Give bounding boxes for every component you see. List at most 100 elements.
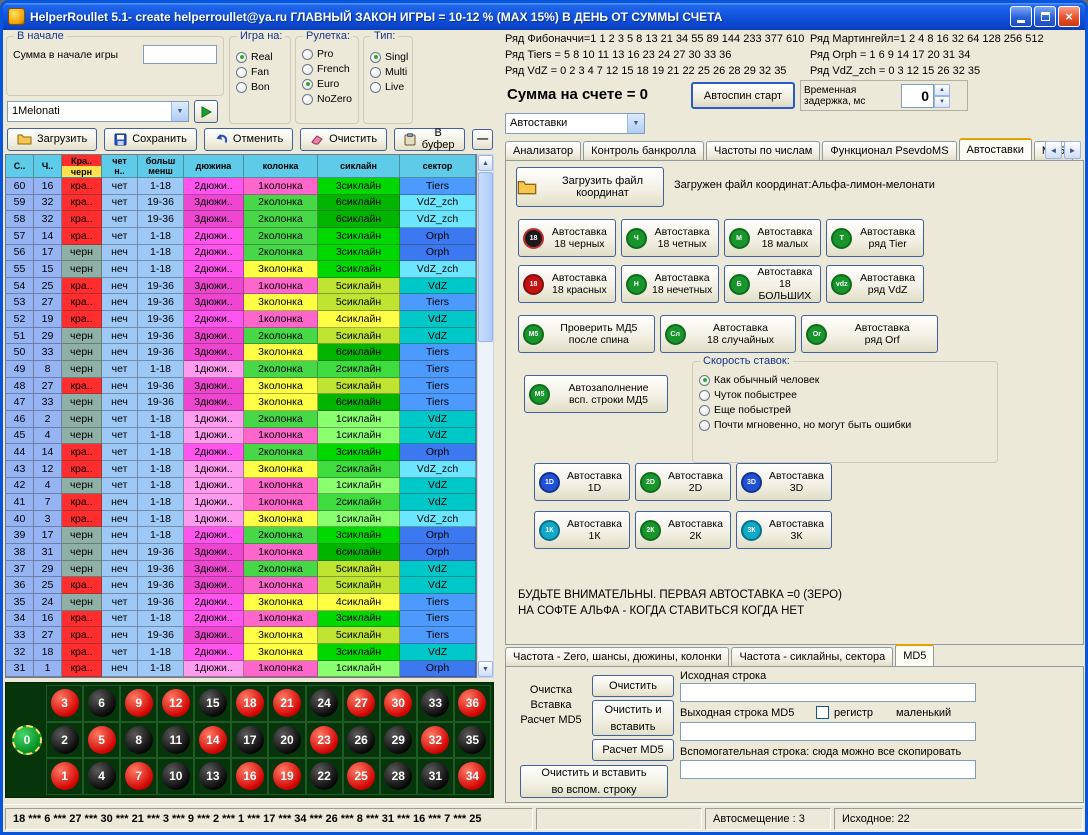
start-play-button[interactable] (194, 100, 218, 123)
tab-Функционал PsevdoMS[interactable]: Функционал PsevdoMS (822, 141, 956, 160)
autobet-button[interactable]: 18Автоставка18 красных (518, 265, 616, 303)
board-number-29[interactable]: 29 (384, 726, 412, 754)
autobet-combobox[interactable]: Автоставки ▼ (505, 113, 645, 134)
tab-Частоты по числам[interactable]: Частоты по числам (706, 141, 820, 160)
autobet-button[interactable]: НАвтоставка18 нечетных (621, 265, 719, 303)
autobet-button[interactable]: 2КАвтоставка2К (635, 511, 731, 549)
load-coordinates-button[interactable]: Загрузить файл координат (516, 167, 664, 207)
delay-value[interactable]: 0 (901, 84, 934, 108)
radio-option[interactable]: Fan (236, 66, 286, 78)
board-number-25[interactable]: 25 (347, 762, 375, 790)
radio-option[interactable]: Real (236, 51, 286, 63)
board-number-7[interactable]: 7 (125, 762, 153, 790)
md5-clear-button[interactable]: Очистить (592, 675, 674, 697)
board-number-18[interactable]: 18 (236, 689, 264, 717)
autobet-button[interactable]: БАвтоставка18 БОЛЬШИХ (724, 265, 822, 303)
autobet-button[interactable]: 3DАвтоставка3D (736, 463, 832, 501)
board-number-3[interactable]: 3 (51, 689, 79, 717)
helper-string-input[interactable] (680, 760, 976, 779)
minimize-button[interactable] (1010, 6, 1032, 27)
to-buffer-button[interactable]: В буфер (394, 128, 465, 151)
tab-Частота - Zero, шансы, дюжины, колонки[interactable]: Частота - Zero, шансы, дюжины, колонки (505, 647, 729, 666)
board-number-0[interactable]: 0 (12, 725, 42, 755)
board-number-26[interactable]: 26 (347, 726, 375, 754)
combo-arrow-icon[interactable]: ▼ (171, 102, 188, 121)
radio-option[interactable]: Еще побыстрей (699, 404, 993, 416)
autobet-button[interactable]: СлАвтоставка18 случайных (660, 315, 797, 353)
spinner-up-icon[interactable]: ▲ (934, 84, 950, 96)
autobet-button[interactable]: М5Автозаполнениевсп. строки МД5 (524, 375, 668, 413)
register-checkbox[interactable] (816, 706, 829, 719)
autobet-button[interactable]: OrАвтоставкаряд Orf (801, 315, 938, 353)
board-number-28[interactable]: 28 (384, 762, 412, 790)
radio-option[interactable]: French (302, 63, 354, 75)
board-number-14[interactable]: 14 (199, 726, 227, 754)
board-number-17[interactable]: 17 (236, 726, 264, 754)
board-number-13[interactable]: 13 (199, 762, 227, 790)
radio-option[interactable]: Live (370, 81, 408, 93)
source-string-input[interactable] (680, 683, 976, 702)
board-number-16[interactable]: 16 (236, 762, 264, 790)
start-sum-input[interactable] (143, 45, 217, 64)
autobet-button[interactable]: 1КАвтоставка1К (534, 511, 630, 549)
board-number-2[interactable]: 2 (51, 726, 79, 754)
scroll-down-icon[interactable]: ▼ (478, 661, 493, 677)
table-scrollbar[interactable]: ▲ ▼ (477, 154, 494, 678)
tabs-scroll-right-icon[interactable]: ► (1064, 141, 1081, 159)
board-number-30[interactable]: 30 (384, 689, 412, 717)
radio-option[interactable]: Multi (370, 66, 408, 78)
autobet-button[interactable]: 1DАвтоставка1D (534, 463, 630, 501)
output-string-input[interactable] (680, 722, 976, 741)
board-number-21[interactable]: 21 (273, 689, 301, 717)
board-number-1[interactable]: 1 (51, 762, 79, 790)
radio-option[interactable]: Bon (236, 81, 286, 93)
board-number-5[interactable]: 5 (88, 726, 116, 754)
autobet-button[interactable]: 3КАвтоставка3К (736, 511, 832, 549)
autobet-button[interactable]: 2DАвтоставка2D (635, 463, 731, 501)
md5-clear-paste-button[interactable]: Очистить ивставить (592, 700, 674, 736)
autobet-button[interactable]: М5Проверить МД5после спина (518, 315, 655, 353)
board-number-12[interactable]: 12 (162, 689, 190, 717)
radio-option[interactable]: Pro (302, 48, 354, 60)
md5-clear-paste-helper-button[interactable]: Очистить и вставитьво вспом. строку (520, 765, 668, 798)
autobet-button[interactable]: ТАвтоставкаряд Tier (826, 219, 924, 257)
scroll-thumb[interactable] (478, 172, 493, 342)
board-number-8[interactable]: 8 (125, 726, 153, 754)
board-number-35[interactable]: 35 (458, 726, 486, 754)
autobet-combo-arrow-icon[interactable]: ▼ (627, 114, 644, 133)
board-number-15[interactable]: 15 (199, 689, 227, 717)
autobet-button[interactable]: ЧАвтоставка18 четных (621, 219, 719, 257)
undo-button[interactable]: Отменить (204, 128, 293, 151)
save-button[interactable]: Сохранить (104, 128, 197, 151)
spinner-down-icon[interactable]: ▼ (934, 96, 950, 108)
board-number-19[interactable]: 19 (273, 762, 301, 790)
board-number-34[interactable]: 34 (458, 762, 486, 790)
board-number-36[interactable]: 36 (458, 689, 486, 717)
board-number-6[interactable]: 6 (88, 689, 116, 717)
board-number-27[interactable]: 27 (347, 689, 375, 717)
tabs-scroll-left-icon[interactable]: ◄ (1045, 141, 1062, 159)
board-number-23[interactable]: 23 (310, 726, 338, 754)
maximize-button[interactable] (1034, 6, 1056, 27)
autobet-button[interactable]: 18Автоставка18 черных (518, 219, 616, 257)
board-number-20[interactable]: 20 (273, 726, 301, 754)
close-button[interactable]: × (1058, 6, 1080, 27)
board-number-9[interactable]: 9 (125, 689, 153, 717)
tab-Частота - сиклайны, сектора[interactable]: Частота - сиклайны, сектора (731, 647, 893, 666)
radio-option[interactable]: Singl (370, 51, 408, 63)
board-number-32[interactable]: 32 (421, 726, 449, 754)
autobet-button[interactable]: vdzАвтоставкаряд VdZ (826, 265, 924, 303)
radio-option[interactable]: NoZero (302, 93, 354, 105)
tab-Автоставки[interactable]: Автоставки (959, 138, 1032, 160)
load-button[interactable]: Загрузить (7, 128, 97, 151)
board-number-11[interactable]: 11 (162, 726, 190, 754)
radio-option[interactable]: Чуток побыстрее (699, 389, 993, 401)
collapse-button[interactable]: — (472, 129, 493, 150)
board-number-4[interactable]: 4 (88, 762, 116, 790)
scroll-up-icon[interactable]: ▲ (478, 155, 493, 171)
tab-Контроль банкролла[interactable]: Контроль банкролла (583, 141, 704, 160)
board-number-22[interactable]: 22 (310, 762, 338, 790)
board-number-31[interactable]: 31 (421, 762, 449, 790)
delay-spinner[interactable]: 0 ▲ ▼ (901, 84, 950, 108)
radio-option[interactable]: Почти мгновенно, но могут быть ошибки (699, 419, 993, 431)
